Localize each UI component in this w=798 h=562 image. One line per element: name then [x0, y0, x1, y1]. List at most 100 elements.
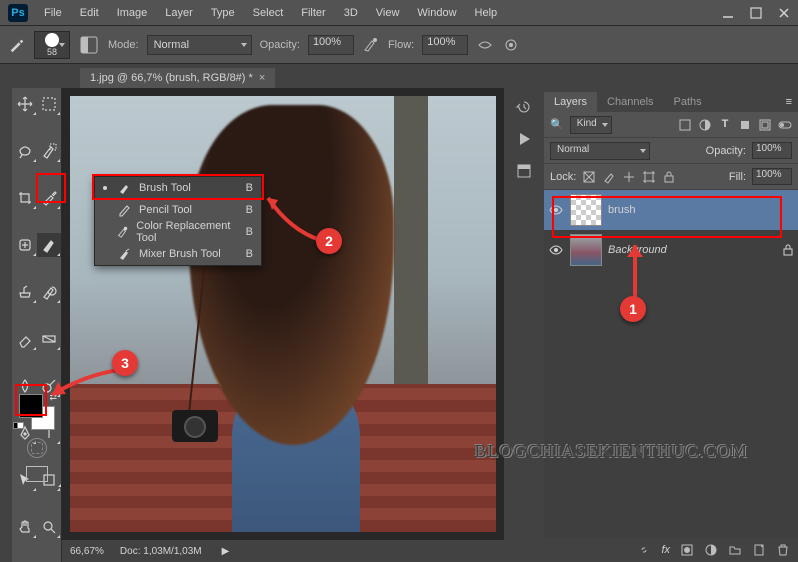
layer-name[interactable]: brush [608, 204, 636, 216]
lock-transparent-icon[interactable] [582, 170, 596, 184]
tab-layers[interactable]: Layers [544, 92, 597, 112]
zoom-readout[interactable]: 66,67% [70, 546, 104, 557]
flow-input[interactable]: 100% [422, 35, 468, 55]
history-panel-icon[interactable] [515, 98, 533, 116]
tab-paths[interactable]: Paths [664, 92, 712, 112]
move-tool[interactable] [13, 92, 37, 116]
filter-pixel-icon[interactable] [678, 118, 692, 132]
lock-pixels-icon[interactable] [602, 170, 616, 184]
lock-position-icon[interactable] [622, 170, 636, 184]
visibility-icon[interactable] [548, 242, 564, 258]
flyout-color-replace-tool[interactable]: Color Replacement Tool B [95, 221, 261, 243]
window-minimize[interactable] [714, 3, 742, 23]
new-layer-icon[interactable] [752, 543, 766, 557]
lock-label: Lock: [550, 171, 576, 183]
document-canvas[interactable] [70, 96, 496, 532]
pressure-size-icon[interactable] [502, 36, 520, 54]
trash-icon[interactable] [776, 543, 790, 557]
document-title: 1.jpg @ 66,7% (brush, RGB/8#) * [90, 72, 253, 84]
blend-mode-select[interactable]: Normal [147, 35, 252, 55]
menu-view[interactable]: View [368, 3, 408, 23]
brush-panel-toggle-icon[interactable] [78, 34, 100, 56]
quick-select-tool[interactable] [37, 139, 61, 163]
menu-layer[interactable]: Layer [157, 3, 201, 23]
group-icon[interactable] [728, 543, 742, 557]
menu-image[interactable]: Image [109, 3, 156, 23]
brush-size-label: 58 [47, 47, 57, 57]
layer-opacity-input[interactable]: 100% [752, 142, 792, 159]
menu-file[interactable]: File [36, 3, 70, 23]
adjustment-icon[interactable] [704, 543, 718, 557]
close-tab-icon[interactable]: × [259, 72, 265, 84]
crop-tool[interactable] [13, 186, 37, 210]
filter-adjust-icon[interactable] [698, 118, 712, 132]
airbrush-icon[interactable] [476, 36, 494, 54]
pressure-opacity-icon[interactable] [362, 36, 380, 54]
gradient-tool[interactable] [37, 327, 61, 351]
filter-shape-icon[interactable] [738, 118, 752, 132]
swap-colors-icon[interactable]: ⇄ [49, 392, 57, 403]
menu-window[interactable]: Window [409, 3, 464, 23]
layer-thumb[interactable] [570, 234, 602, 266]
menu-type[interactable]: Type [203, 3, 243, 23]
eyedropper-tool[interactable] [37, 186, 61, 210]
layer-row-brush[interactable]: brush [544, 190, 798, 230]
filter-smart-icon[interactable] [758, 118, 772, 132]
layer-name[interactable]: Background [608, 244, 667, 256]
window-close[interactable] [770, 3, 798, 23]
menu-help[interactable]: Help [467, 3, 506, 23]
filter-search-icon[interactable]: 🔍 [550, 118, 564, 131]
filter-toggle-icon[interactable] [778, 118, 792, 132]
lock-all-icon[interactable] [662, 170, 676, 184]
flyout-brush-tool[interactable]: Brush Tool B [95, 177, 261, 199]
collapse-strip[interactable] [0, 88, 12, 562]
mask-icon[interactable] [680, 543, 694, 557]
lock-artboard-icon[interactable] [642, 170, 656, 184]
flyout-pencil-tool[interactable]: Pencil Tool B [95, 199, 261, 221]
flyout-label: Mixer Brush Tool [139, 248, 221, 260]
document-tab[interactable]: 1.jpg @ 66,7% (brush, RGB/8#) * × [80, 68, 275, 88]
healing-brush-tool[interactable] [13, 233, 37, 257]
screen-mode-icon[interactable] [26, 466, 48, 482]
brush-tool-flyout: Brush Tool B Pencil Tool B Color Replace… [94, 176, 262, 266]
marquee-tool[interactable] [37, 92, 61, 116]
menu-edit[interactable]: Edit [72, 3, 107, 23]
fill-input[interactable]: 100% [752, 168, 792, 185]
tab-channels[interactable]: Channels [597, 92, 663, 112]
play-icon[interactable] [515, 130, 533, 148]
default-colors-icon[interactable] [13, 419, 24, 432]
hand-tool[interactable] [13, 515, 37, 539]
flyout-label: Color Replacement Tool [136, 220, 237, 244]
fx-icon[interactable]: fx [661, 544, 670, 556]
flyout-shortcut: B [246, 226, 253, 238]
lock-icon [782, 244, 794, 256]
layer-filter-select[interactable]: Kind [570, 116, 612, 134]
layer-blend-select[interactable]: Normal [550, 142, 650, 160]
history-brush-tool[interactable] [37, 280, 61, 304]
menu-select[interactable]: Select [245, 3, 292, 23]
properties-panel-icon[interactable] [515, 162, 533, 180]
filter-type-icon[interactable]: T [718, 118, 732, 132]
brush-tool[interactable] [37, 233, 61, 257]
panel-menu-icon[interactable]: ≡ [780, 92, 798, 112]
zoom-tool[interactable] [37, 515, 61, 539]
opacity-input[interactable]: 100% [308, 35, 354, 55]
layer-row-background[interactable]: Background [544, 230, 798, 270]
foreground-color-swatch[interactable] [19, 394, 43, 418]
visibility-icon[interactable] [548, 202, 564, 218]
status-menu-arrow[interactable]: ▶ [222, 546, 230, 557]
menu-bar: Ps File Edit Image Layer Type Select Fil… [0, 0, 798, 26]
link-layers-icon[interactable] [637, 543, 651, 557]
menu-3d[interactable]: 3D [336, 3, 366, 23]
layer-thumb[interactable] [570, 194, 602, 226]
brush-preset-picker[interactable]: 58 [34, 31, 70, 59]
window-maximize[interactable] [742, 3, 770, 23]
opacity-label: Opacity: [260, 39, 300, 51]
clone-stamp-tool[interactable] [13, 280, 37, 304]
quick-mask-icon[interactable] [27, 438, 47, 458]
tool-preset-icon[interactable] [8, 36, 26, 54]
flyout-mixer-brush-tool[interactable]: Mixer Brush Tool B [95, 243, 261, 265]
lasso-tool[interactable] [13, 139, 37, 163]
menu-filter[interactable]: Filter [293, 3, 333, 23]
eraser-tool[interactable] [13, 327, 37, 351]
